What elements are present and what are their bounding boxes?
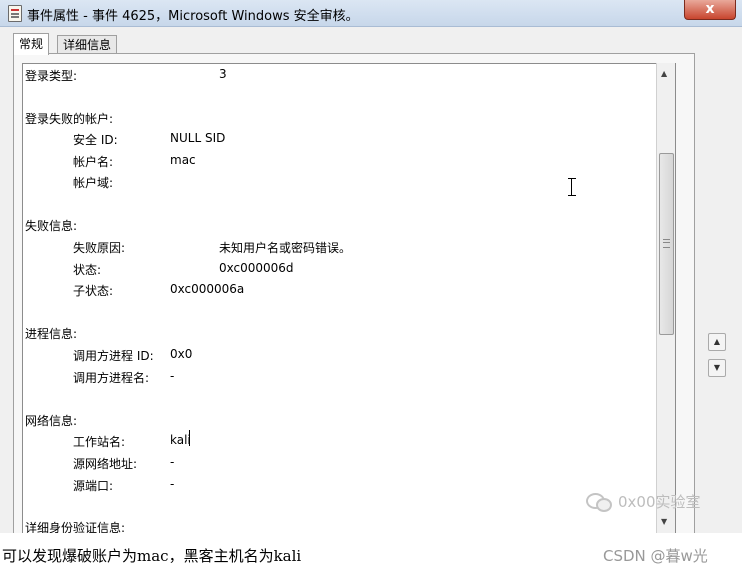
- caller-process-id-value: 0x0: [170, 347, 193, 361]
- scroll-grip-icon: [663, 239, 670, 248]
- source-network-address-label: 源网络地址:: [73, 457, 138, 471]
- status-label: 状态:: [73, 263, 102, 277]
- wechat-icon: [586, 491, 612, 512]
- watermark: 0x00实验室: [586, 490, 726, 514]
- source-port-label: 源端口:: [73, 479, 114, 493]
- window-title: 事件属性 - 事件 4625，Microsoft Windows 安全审核。: [27, 9, 359, 24]
- security-id-value: NULL SID: [170, 131, 226, 145]
- workstation-name-value: kali: [170, 433, 191, 447]
- sub-status-label: 子状态:: [73, 284, 114, 298]
- event-viewer-icon: [8, 5, 22, 22]
- close-button[interactable]: x: [684, 0, 736, 20]
- security-id-label: 安全 ID:: [73, 133, 118, 147]
- caller-process-name-value: -: [170, 369, 175, 383]
- tab-details[interactable]: 详细信息: [57, 35, 118, 54]
- csdn-credit: CSDN @暮w光: [603, 547, 708, 565]
- sub-status-value: 0xc000006a: [170, 282, 245, 296]
- account-domain-label: 帐户域:: [73, 176, 114, 190]
- scroll-up-icon[interactable]: ▲: [661, 69, 667, 78]
- status-value: 0xc000006d: [219, 261, 294, 275]
- auth-details-heading: 详细身份验证信息:: [25, 521, 126, 533]
- event-description-box[interactable]: 登录类型: 3 登录失败的帐户: 安全 ID: NULL SID 帐户名: ma…: [22, 63, 676, 533]
- account-name-label: 帐户名:: [73, 155, 114, 169]
- source-network-address-value: -: [170, 455, 175, 469]
- failure-info-heading: 失败信息:: [25, 219, 78, 233]
- logon-type-label: 登录类型:: [25, 69, 78, 83]
- account-name-value: mac: [170, 153, 196, 167]
- event-properties-window: 事件属性 - 事件 4625，Microsoft Windows 安全审核。 x…: [0, 0, 742, 533]
- logon-type-value: 3: [219, 67, 227, 81]
- article-caption: 可以发现爆破账户为mac，黑客主机名为kali: [2, 547, 302, 565]
- process-info-heading: 进程信息:: [25, 327, 78, 341]
- next-event-button[interactable]: ▼: [708, 359, 726, 377]
- vertical-scrollbar[interactable]: ▲ ▼: [656, 63, 675, 533]
- title-bar: 事件属性 - 事件 4625，Microsoft Windows 安全审核。 x: [0, 0, 742, 27]
- caller-process-name-label: 调用方进程名:: [73, 371, 150, 385]
- failure-reason-value: 未知用户名或密码错误。: [219, 241, 352, 255]
- text-cursor-icon: [568, 178, 576, 196]
- failure-reason-label: 失败原因:: [73, 241, 126, 255]
- failed-account-heading: 登录失败的帐户:: [25, 112, 114, 126]
- workstation-name-label: 工作站名:: [73, 435, 126, 449]
- tab-general[interactable]: 常规: [13, 33, 50, 55]
- text-caret: [189, 430, 190, 446]
- network-info-heading: 网络信息:: [25, 414, 78, 428]
- scroll-down-icon[interactable]: ▼: [661, 517, 667, 526]
- source-port-value: -: [170, 477, 175, 491]
- caller-process-id-label: 调用方进程 ID:: [73, 349, 154, 363]
- scroll-thumb[interactable]: [659, 153, 674, 335]
- previous-event-button[interactable]: ▲: [708, 333, 726, 351]
- watermark-text: 0x00实验室: [618, 493, 701, 511]
